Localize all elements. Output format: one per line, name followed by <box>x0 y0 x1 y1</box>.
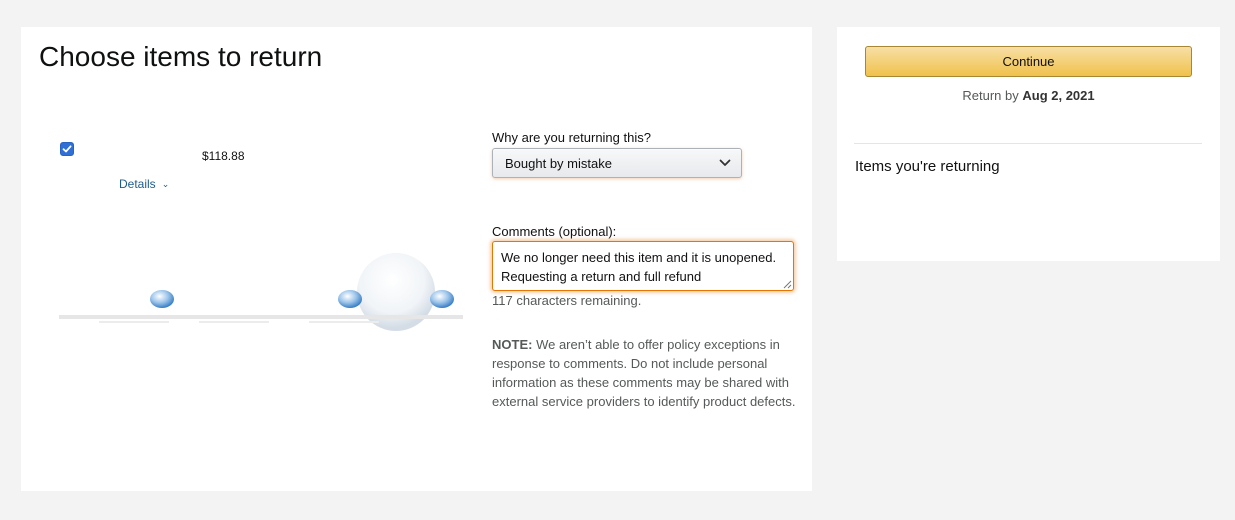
chevron-down-icon: ⌄ <box>161 178 170 189</box>
return-items-panel: Choose items to return $118.88 Details ⌄ <box>21 27 812 491</box>
resize-handle-icon[interactable] <box>782 279 792 289</box>
items-returning-heading: Items you're returning <box>855 158 1000 175</box>
note-text: We aren’t able to offer policy exception… <box>492 337 796 409</box>
chevron-down-icon <box>719 159 731 166</box>
details-label: Details <box>119 177 156 191</box>
characters-remaining: 117 characters remaining. <box>492 293 642 308</box>
divider <box>854 143 1202 144</box>
reason-label: Why are you returning this? <box>492 130 651 145</box>
return-by-deadline: Aug 2, 2021 <box>1022 88 1095 103</box>
return-reason-value: Bought by mistake <box>505 155 612 171</box>
item-select-checkbox[interactable] <box>60 142 74 156</box>
return-summary-panel: Continue Return by Aug 2, 2021 Items you… <box>837 27 1220 261</box>
return-by-date: Return by Aug 2, 2021 <box>837 88 1220 103</box>
page-title: Choose items to return <box>39 41 323 72</box>
comments-textarea[interactable]: We no longer need this item and it is un… <box>492 241 794 291</box>
policy-note: NOTE: We aren’t able to offer policy exc… <box>492 335 797 411</box>
return-reason-dropdown[interactable]: Bought by mistake <box>492 148 742 178</box>
checkmark-icon <box>62 145 72 153</box>
comments-label: Comments (optional): <box>492 224 617 239</box>
details-link[interactable]: Details ⌄ <box>119 177 169 191</box>
continue-button[interactable]: Continue <box>865 46 1192 77</box>
return-by-prefix: Return by <box>962 88 1023 103</box>
note-prefix: NOTE: <box>492 337 533 352</box>
watermark-logo <box>59 253 463 331</box>
item-price: $118.88 <box>202 149 245 163</box>
